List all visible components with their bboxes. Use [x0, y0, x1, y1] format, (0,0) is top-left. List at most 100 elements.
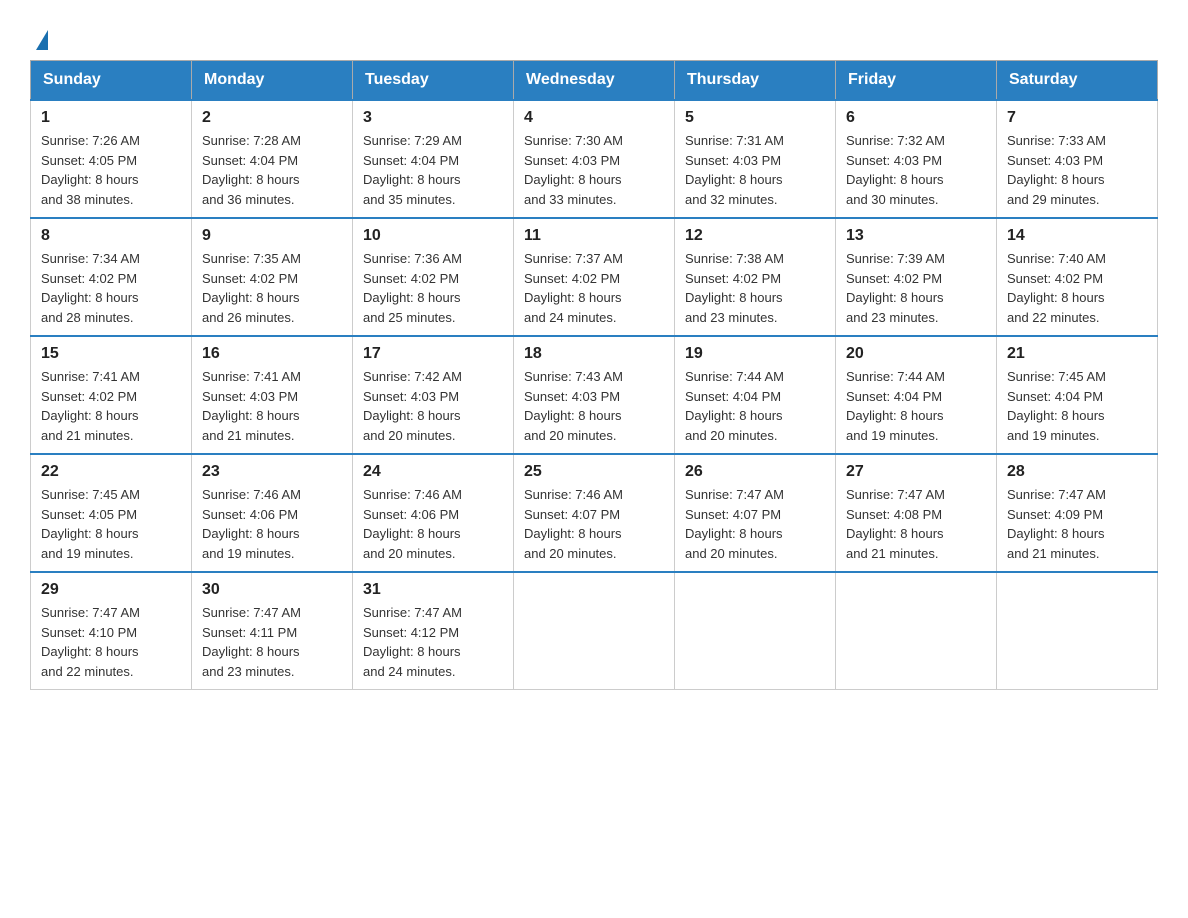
day-info: Sunrise: 7:26 AMSunset: 4:05 PMDaylight:… [41, 131, 181, 209]
week-row-2: 8 Sunrise: 7:34 AMSunset: 4:02 PMDaylight… [31, 218, 1158, 336]
day-number: 23 [202, 463, 342, 481]
day-info: Sunrise: 7:40 AMSunset: 4:02 PMDaylight:… [1007, 249, 1147, 327]
calendar-cell: 31 Sunrise: 7:47 AMSunset: 4:12 PMDayligh… [353, 572, 514, 690]
calendar-cell: 25 Sunrise: 7:46 AMSunset: 4:07 PMDayligh… [514, 454, 675, 572]
calendar-cell [675, 572, 836, 690]
day-number: 30 [202, 581, 342, 599]
day-info: Sunrise: 7:41 AMSunset: 4:02 PMDaylight:… [41, 367, 181, 445]
day-info: Sunrise: 7:45 AMSunset: 4:05 PMDaylight:… [41, 485, 181, 563]
calendar-cell [514, 572, 675, 690]
day-info: Sunrise: 7:36 AMSunset: 4:02 PMDaylight:… [363, 249, 503, 327]
day-info: Sunrise: 7:29 AMSunset: 4:04 PMDaylight:… [363, 131, 503, 209]
day-number: 4 [524, 109, 664, 127]
day-info: Sunrise: 7:42 AMSunset: 4:03 PMDaylight:… [363, 367, 503, 445]
calendar-cell: 22Sunrise: 7:45 AMSunset: 4:05 PMDayligh… [31, 454, 192, 572]
day-info: Sunrise: 7:28 AMSunset: 4:04 PMDaylight:… [202, 131, 342, 209]
header-wednesday: Wednesday [514, 61, 675, 101]
day-number: 15 [41, 345, 181, 363]
day-number: 19 [685, 345, 825, 363]
calendar-cell: 21Sunrise: 7:45 AMSunset: 4:04 PMDayligh… [997, 336, 1158, 454]
day-info: Sunrise: 7:46 AMSunset: 4:06 PMDaylight:… [202, 485, 342, 563]
calendar-cell [836, 572, 997, 690]
day-number: 17 [363, 345, 503, 363]
day-number: 9 [202, 227, 342, 245]
week-row-1: 1 Sunrise: 7:26 AMSunset: 4:05 PMDaylight… [31, 100, 1158, 218]
day-number: 12 [685, 227, 825, 245]
day-info: Sunrise: 7:46 AMSunset: 4:07 PMDaylight:… [524, 485, 664, 563]
calendar-cell: 28 Sunrise: 7:47 AMSunset: 4:09 PMDayligh… [997, 454, 1158, 572]
calendar-cell: 4Sunrise: 7:30 AMSunset: 4:03 PMDaylight… [514, 100, 675, 218]
day-number: 24 [363, 463, 503, 481]
calendar-cell: 9Sunrise: 7:35 AMSunset: 4:02 PMDaylight… [192, 218, 353, 336]
calendar-cell: 17 Sunrise: 7:42 AMSunset: 4:03 PMDayligh… [353, 336, 514, 454]
week-row-5: 29Sunrise: 7:47 AMSunset: 4:10 PMDayligh… [31, 572, 1158, 690]
calendar-cell: 23 Sunrise: 7:46 AMSunset: 4:06 PMDayligh… [192, 454, 353, 572]
day-number: 21 [1007, 345, 1147, 363]
calendar-cell: 8 Sunrise: 7:34 AMSunset: 4:02 PMDaylight… [31, 218, 192, 336]
day-number: 31 [363, 581, 503, 599]
day-info: Sunrise: 7:47 AMSunset: 4:11 PMDaylight:… [202, 603, 342, 681]
header-friday: Friday [836, 61, 997, 101]
calendar-cell: 10 Sunrise: 7:36 AMSunset: 4:02 PMDayligh… [353, 218, 514, 336]
calendar-cell: 27Sunrise: 7:47 AMSunset: 4:08 PMDayligh… [836, 454, 997, 572]
day-number: 14 [1007, 227, 1147, 245]
day-info: Sunrise: 7:44 AMSunset: 4:04 PMDaylight:… [846, 367, 986, 445]
day-number: 2 [202, 109, 342, 127]
calendar-cell: 26 Sunrise: 7:47 AMSunset: 4:07 PMDayligh… [675, 454, 836, 572]
calendar-header-row: SundayMondayTuesdayWednesdayThursdayFrid… [31, 61, 1158, 101]
day-info: Sunrise: 7:46 AMSunset: 4:06 PMDaylight:… [363, 485, 503, 563]
calendar-cell: 20 Sunrise: 7:44 AMSunset: 4:04 PMDayligh… [836, 336, 997, 454]
calendar-cell: 15 Sunrise: 7:41 AMSunset: 4:02 PMDayligh… [31, 336, 192, 454]
day-info: Sunrise: 7:37 AMSunset: 4:02 PMDaylight:… [524, 249, 664, 327]
calendar-cell: 5 Sunrise: 7:31 AMSunset: 4:03 PMDaylight… [675, 100, 836, 218]
day-info: Sunrise: 7:31 AMSunset: 4:03 PMDaylight:… [685, 131, 825, 209]
day-number: 26 [685, 463, 825, 481]
day-number: 28 [1007, 463, 1147, 481]
day-info: Sunrise: 7:32 AMSunset: 4:03 PMDaylight:… [846, 131, 986, 209]
day-number: 1 [41, 109, 181, 127]
header-thursday: Thursday [675, 61, 836, 101]
day-number: 8 [41, 227, 181, 245]
day-info: Sunrise: 7:47 AMSunset: 4:09 PMDaylight:… [1007, 485, 1147, 563]
calendar-cell: 7 Sunrise: 7:33 AMSunset: 4:03 PMDaylight… [997, 100, 1158, 218]
day-info: Sunrise: 7:44 AMSunset: 4:04 PMDaylight:… [685, 367, 825, 445]
header-sunday: Sunday [31, 61, 192, 101]
day-info: Sunrise: 7:41 AMSunset: 4:03 PMDaylight:… [202, 367, 342, 445]
logo [30, 30, 48, 50]
calendar-cell: 11 Sunrise: 7:37 AMSunset: 4:02 PMDayligh… [514, 218, 675, 336]
calendar-cell: 29Sunrise: 7:47 AMSunset: 4:10 PMDayligh… [31, 572, 192, 690]
calendar-cell: 12 Sunrise: 7:38 AMSunset: 4:02 PMDayligh… [675, 218, 836, 336]
day-number: 11 [524, 227, 664, 245]
day-number: 10 [363, 227, 503, 245]
day-info: Sunrise: 7:47 AMSunset: 4:08 PMDaylight:… [846, 485, 986, 563]
header-tuesday: Tuesday [353, 61, 514, 101]
day-number: 5 [685, 109, 825, 127]
day-number: 16 [202, 345, 342, 363]
calendar-cell: 2 Sunrise: 7:28 AMSunset: 4:04 PMDaylight… [192, 100, 353, 218]
day-info: Sunrise: 7:33 AMSunset: 4:03 PMDaylight:… [1007, 131, 1147, 209]
day-info: Sunrise: 7:38 AMSunset: 4:02 PMDaylight:… [685, 249, 825, 327]
week-row-3: 15 Sunrise: 7:41 AMSunset: 4:02 PMDayligh… [31, 336, 1158, 454]
calendar-cell: 19 Sunrise: 7:44 AMSunset: 4:04 PMDayligh… [675, 336, 836, 454]
day-info: Sunrise: 7:47 AMSunset: 4:12 PMDaylight:… [363, 603, 503, 681]
header-monday: Monday [192, 61, 353, 101]
calendar-cell: 24 Sunrise: 7:46 AMSunset: 4:06 PMDayligh… [353, 454, 514, 572]
calendar-cell: 16 Sunrise: 7:41 AMSunset: 4:03 PMDayligh… [192, 336, 353, 454]
day-number: 7 [1007, 109, 1147, 127]
day-number: 13 [846, 227, 986, 245]
logo-blue-text [30, 30, 48, 50]
day-info: Sunrise: 7:47 AMSunset: 4:10 PMDaylight:… [41, 603, 181, 681]
calendar-cell: 18Sunrise: 7:43 AMSunset: 4:03 PMDayligh… [514, 336, 675, 454]
day-number: 20 [846, 345, 986, 363]
day-info: Sunrise: 7:34 AMSunset: 4:02 PMDaylight:… [41, 249, 181, 327]
header-saturday: Saturday [997, 61, 1158, 101]
calendar-cell: 13Sunrise: 7:39 AMSunset: 4:02 PMDayligh… [836, 218, 997, 336]
calendar-cell: 30 Sunrise: 7:47 AMSunset: 4:11 PMDayligh… [192, 572, 353, 690]
page-header [30, 20, 1158, 50]
day-number: 3 [363, 109, 503, 127]
calendar-cell: 14 Sunrise: 7:40 AMSunset: 4:02 PMDayligh… [997, 218, 1158, 336]
day-info: Sunrise: 7:43 AMSunset: 4:03 PMDaylight:… [524, 367, 664, 445]
day-number: 25 [524, 463, 664, 481]
day-info: Sunrise: 7:47 AMSunset: 4:07 PMDaylight:… [685, 485, 825, 563]
logo-triangle-icon [36, 30, 48, 50]
